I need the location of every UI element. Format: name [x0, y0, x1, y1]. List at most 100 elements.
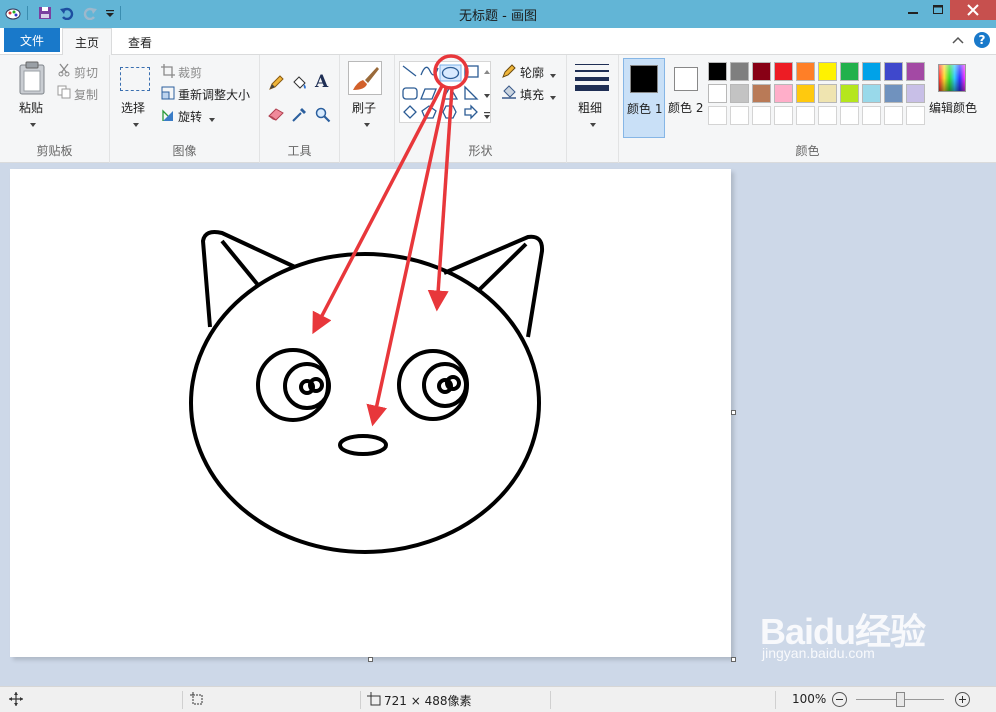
hexagon-shape-icon[interactable] — [442, 105, 457, 119]
resize-handle-bottom[interactable] — [368, 657, 373, 662]
custom-color-slot[interactable] — [906, 106, 925, 125]
maximize-button[interactable] — [926, 0, 950, 20]
fill-button[interactable]: 填充 — [520, 86, 544, 103]
resize-button[interactable]: 重新调整大小 — [178, 86, 250, 103]
oval-shape-icon[interactable] — [439, 64, 462, 82]
size-dropdown-icon[interactable] — [589, 117, 597, 131]
line-size-icon[interactable] — [575, 63, 609, 96]
left-pupil-2 — [308, 377, 324, 393]
tab-view[interactable]: 查看 — [117, 28, 163, 56]
pentagon-shape-icon[interactable] — [421, 105, 437, 119]
custom-color-slot[interactable] — [862, 106, 881, 125]
color1-selector[interactable]: 颜色 1 — [623, 58, 665, 138]
color-swatch[interactable] — [752, 62, 771, 81]
rotate-button[interactable]: 旋转 — [178, 108, 202, 125]
color-swatch[interactable] — [774, 84, 793, 103]
tab-file[interactable]: 文件 — [4, 28, 60, 52]
custom-color-slot[interactable] — [796, 106, 815, 125]
divider — [550, 691, 551, 709]
copy-button[interactable]: 复制 — [74, 86, 98, 103]
close-button[interactable] — [950, 0, 996, 20]
color-swatch[interactable] — [774, 62, 793, 81]
pencil-icon[interactable] — [268, 75, 284, 94]
custom-color-slot[interactable] — [818, 106, 837, 125]
minimize-button[interactable] — [900, 0, 926, 20]
brushes-dropdown-icon[interactable] — [363, 117, 371, 131]
color-swatch[interactable] — [708, 62, 727, 81]
text-tool-icon[interactable]: A — [315, 72, 328, 92]
polygon-shape-icon[interactable] — [420, 88, 437, 100]
select-button[interactable]: 选择 — [121, 99, 145, 116]
custom-color-slot[interactable] — [730, 106, 749, 125]
eraser-icon[interactable] — [268, 107, 284, 124]
edit-colors-button[interactable]: 编辑颜色 — [929, 99, 977, 116]
arrow-shape-icon[interactable] — [464, 104, 478, 120]
right-triangle-shape-icon[interactable] — [464, 85, 479, 100]
color-swatch[interactable] — [884, 84, 903, 103]
diamond-shape-icon[interactable] — [403, 105, 417, 119]
fill-bucket-icon[interactable] — [291, 75, 307, 94]
right-ear — [443, 234, 545, 338]
cut-button[interactable]: 剪切 — [74, 64, 98, 81]
gallery-scroll-up-icon[interactable] — [483, 64, 491, 78]
brushes-button[interactable]: 刷子 — [352, 99, 376, 116]
help-icon[interactable]: ? — [974, 32, 990, 48]
gallery-scroll-down-icon[interactable] — [483, 88, 491, 102]
gallery-expand-icon[interactable] — [483, 109, 491, 123]
fill-dropdown-icon[interactable] — [549, 90, 557, 104]
rounded-rectangle-shape-icon[interactable] — [402, 87, 418, 100]
select-icon[interactable] — [120, 67, 150, 91]
color2-selector[interactable]: 颜色 2 — [667, 58, 707, 138]
custom-color-slot[interactable] — [752, 106, 771, 125]
rectangle-shape-icon[interactable] — [464, 65, 479, 78]
paste-icon[interactable] — [18, 61, 46, 98]
color-swatch[interactable] — [730, 84, 749, 103]
head-outline — [189, 252, 541, 554]
custom-color-slot[interactable] — [774, 106, 793, 125]
line-shape-icon[interactable] — [402, 65, 417, 77]
tools-group: A 工具 — [260, 55, 340, 163]
paste-dropdown-icon[interactable] — [29, 117, 37, 131]
magnifier-icon[interactable] — [315, 107, 331, 126]
color-picker-icon[interactable] — [291, 107, 307, 126]
color-swatch[interactable] — [730, 62, 749, 81]
zoom-in-icon[interactable] — [955, 692, 970, 707]
drawing-canvas[interactable] — [10, 169, 731, 657]
color-swatch[interactable] — [796, 62, 815, 81]
custom-color-slot[interactable] — [884, 106, 903, 125]
color-swatch[interactable] — [862, 84, 881, 103]
color-swatch[interactable] — [884, 62, 903, 81]
color-swatch[interactable] — [796, 84, 815, 103]
paste-button[interactable]: 粘贴 — [19, 99, 43, 116]
crop-button[interactable]: 裁剪 — [178, 64, 202, 81]
outline-button[interactable]: 轮廓 — [520, 64, 544, 81]
color-swatch[interactable] — [840, 84, 859, 103]
size-group: 粗细 — [567, 55, 619, 163]
color-swatch[interactable] — [708, 84, 727, 103]
color-swatch[interactable] — [818, 84, 837, 103]
custom-color-slot[interactable] — [708, 106, 727, 125]
custom-color-slot[interactable] — [840, 106, 859, 125]
color-swatch[interactable] — [862, 62, 881, 81]
color-swatch[interactable] — [818, 62, 837, 81]
color-swatch[interactable] — [906, 62, 925, 81]
size-button[interactable]: 粗细 — [578, 99, 602, 116]
select-dropdown-icon[interactable] — [132, 117, 140, 131]
zoom-slider-thumb[interactable] — [896, 692, 905, 707]
color-swatch[interactable] — [752, 84, 771, 103]
triangle-shape-icon[interactable] — [441, 85, 459, 100]
edit-colors-icon[interactable] — [938, 64, 966, 92]
curve-shape-icon[interactable] — [420, 66, 439, 76]
outline-icon — [501, 64, 517, 81]
resize-handle-corner[interactable] — [731, 657, 736, 662]
rotate-dropdown-icon[interactable] — [208, 112, 216, 126]
zoom-out-icon[interactable] — [832, 692, 847, 707]
minimize-ribbon-icon[interactable] — [952, 34, 964, 48]
resize-handle-right[interactable] — [731, 410, 736, 415]
color-swatch[interactable] — [906, 84, 925, 103]
shapes-group-label: 形状 — [468, 144, 493, 158]
brush-icon[interactable] — [348, 61, 382, 95]
tab-home[interactable]: 主页 — [62, 28, 112, 56]
color-swatch[interactable] — [840, 62, 859, 81]
outline-dropdown-icon[interactable] — [549, 68, 557, 82]
